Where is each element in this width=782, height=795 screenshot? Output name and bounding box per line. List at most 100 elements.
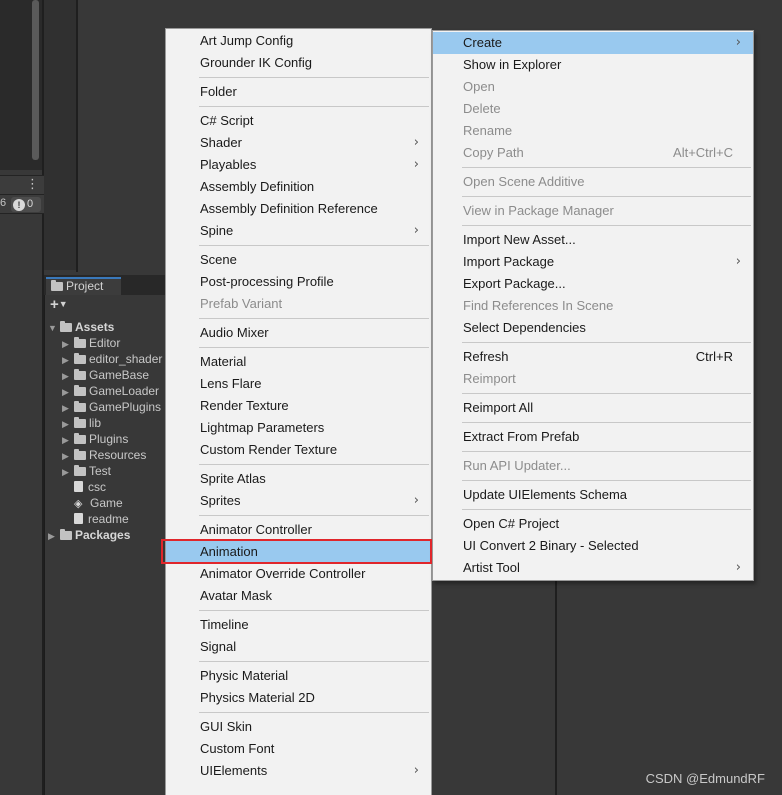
create-item-material[interactable]: Material [166,351,431,373]
create-item-gui-skin[interactable]: GUI Skin [166,716,431,738]
tree-item-lib[interactable]: ▶ lib [62,415,101,432]
expand-arrow-icon[interactable]: ▶ [62,416,74,432]
tree-item-assets[interactable]: ▼ Assets [48,319,114,336]
create-item-spine[interactable]: Spine › [166,220,431,242]
expand-arrow-icon[interactable]: ▶ [62,448,74,464]
create-item-lightmap-parameters[interactable]: Lightmap Parameters [166,417,431,439]
folder-icon [74,449,86,460]
tree-item-csc[interactable]: csc [62,479,106,495]
create-item-uielements[interactable]: UIElements › [166,760,431,782]
menu-item-label: Create [463,35,503,50]
create-item-sprite-atlas[interactable]: Sprite Atlas [166,468,431,490]
tree-item-readme[interactable]: readme [62,511,129,527]
context-item-copy-path: Copy Path Alt+Ctrl+C [433,142,753,164]
scrollbar-thumb[interactable] [32,0,39,160]
context-item-ui-convert-2-binary-selected[interactable]: UI Convert 2 Binary - Selected [433,535,753,557]
menu-item-label: Run API Updater... [463,458,571,473]
chevron-right-icon: › [735,35,741,50]
tab-project[interactable]: Project [46,277,121,295]
chevron-right-icon: › [413,135,419,150]
create-item-folder[interactable]: Folder [166,81,431,103]
tree-item-gameloader[interactable]: ▶ GameLoader [62,383,159,400]
context-item-create[interactable]: Create › [433,32,753,54]
menu-item-label: Signal [200,639,237,654]
menu-separator [199,318,429,319]
context-item-open-c-project[interactable]: Open C# Project [433,513,753,535]
tree-item-editor-shader[interactable]: ▶ editor_shader [62,351,162,368]
create-item-c-script[interactable]: C# Script [166,110,431,132]
tree-item-label: editor_shader [89,352,163,366]
create-item-grounder-ik-config[interactable]: Grounder IK Config [166,52,431,74]
create-item-signal[interactable]: Signal [166,636,431,658]
tree-item-label: Packages [75,528,131,542]
create-item-animator-override-controller[interactable]: Animator Override Controller [166,563,431,585]
expand-arrow-icon[interactable]: ▶ [62,384,74,400]
create-item-assembly-definition[interactable]: Assembly Definition [166,176,431,198]
create-item-scene[interactable]: Scene [166,249,431,271]
create-item-animator-controller[interactable]: Animator Controller [166,519,431,541]
expand-arrow-icon[interactable]: ▶ [62,400,74,416]
context-item-update-uielements-schema[interactable]: Update UIElements Schema [433,484,753,506]
tree-item-game[interactable]: ◈ Game [62,495,123,512]
folder-icon [74,369,86,380]
context-item-export-package[interactable]: Export Package... [433,273,753,295]
create-item-post-processing-profile[interactable]: Post-processing Profile [166,271,431,293]
expand-arrow-icon[interactable]: ▶ [62,336,74,352]
context-item-import-new-asset[interactable]: Import New Asset... [433,229,753,251]
create-item-physics-material-2d[interactable]: Physics Material 2D [166,687,431,709]
tree-item-gamebase[interactable]: ▶ GameBase [62,367,149,384]
context-item-view-in-package-manager: View in Package Manager [433,200,753,222]
menu-item-label: Timeline [200,617,249,632]
create-item-sprites[interactable]: Sprites › [166,490,431,512]
create-item-playables[interactable]: Playables › [166,154,431,176]
menu-item-label: Physics Material 2D [200,690,315,705]
create-item-art-jump-config[interactable]: Art Jump Config [166,30,431,52]
expand-arrow-icon[interactable]: ▶ [62,432,74,448]
menu-separator [199,515,429,516]
tree-item-label: Editor [89,336,121,350]
menu-item-label: Select Dependencies [463,320,586,335]
more-options-icon[interactable]: ⋮ [26,176,39,192]
context-item-select-dependencies[interactable]: Select Dependencies [433,317,753,339]
tree-item-label: Resources [89,448,147,462]
create-item-assembly-definition-reference[interactable]: Assembly Definition Reference [166,198,431,220]
create-item-physic-material[interactable]: Physic Material [166,665,431,687]
context-item-reimport-all[interactable]: Reimport All [433,397,753,419]
create-add-button[interactable]: +▼ [50,296,68,313]
folder-icon [51,280,63,291]
create-item-custom-font[interactable]: Custom Font [166,738,431,760]
tree-item-label: csc [88,480,106,494]
console-count-cut: 6 [0,197,7,209]
create-item-audio-mixer[interactable]: Audio Mixer [166,322,431,344]
expand-arrow-icon[interactable]: ▶ [62,464,74,480]
menu-item-label: Reimport All [463,400,534,415]
tree-item-gameplugins[interactable]: ▶ GamePlugins [62,399,161,416]
tree-item-packages[interactable]: ▶ Packages [48,527,130,544]
context-item-artist-tool[interactable]: Artist Tool › [433,557,753,579]
create-item-custom-render-texture[interactable]: Custom Render Texture [166,439,431,461]
tree-item-plugins[interactable]: ▶ Plugins [62,431,128,448]
folder-icon [74,433,86,444]
context-item-extract-from-prefab[interactable]: Extract From Prefab [433,426,753,448]
context-item-import-package[interactable]: Import Package › [433,251,753,273]
tab-project-label: Project [66,279,104,293]
menu-item-label: Open C# Project [463,516,560,531]
collapse-arrow-icon[interactable]: ▼ [48,320,60,336]
menu-item-label: Lens Flare [200,376,262,391]
create-item-lens-flare[interactable]: Lens Flare [166,373,431,395]
warning-count-badge[interactable]: ! 0 [11,197,41,212]
context-item-open: Open [433,76,753,98]
expand-arrow-icon[interactable]: ▶ [62,368,74,384]
context-item-show-in-explorer[interactable]: Show in Explorer [433,54,753,76]
context-item-refresh[interactable]: Refresh Ctrl+R [433,346,753,368]
create-item-timeline[interactable]: Timeline [166,614,431,636]
expand-arrow-icon[interactable]: ▶ [48,528,60,544]
context-item-reimport: Reimport [433,368,753,390]
tree-item-test[interactable]: ▶ Test [62,463,111,480]
create-item-shader[interactable]: Shader › [166,132,431,154]
create-item-render-texture[interactable]: Render Texture [166,395,431,417]
tree-item-resources[interactable]: ▶ Resources [62,447,146,464]
tree-item-editor[interactable]: ▶ Editor [62,335,120,352]
expand-arrow-icon[interactable]: ▶ [62,352,74,368]
create-item-avatar-mask[interactable]: Avatar Mask [166,585,431,607]
